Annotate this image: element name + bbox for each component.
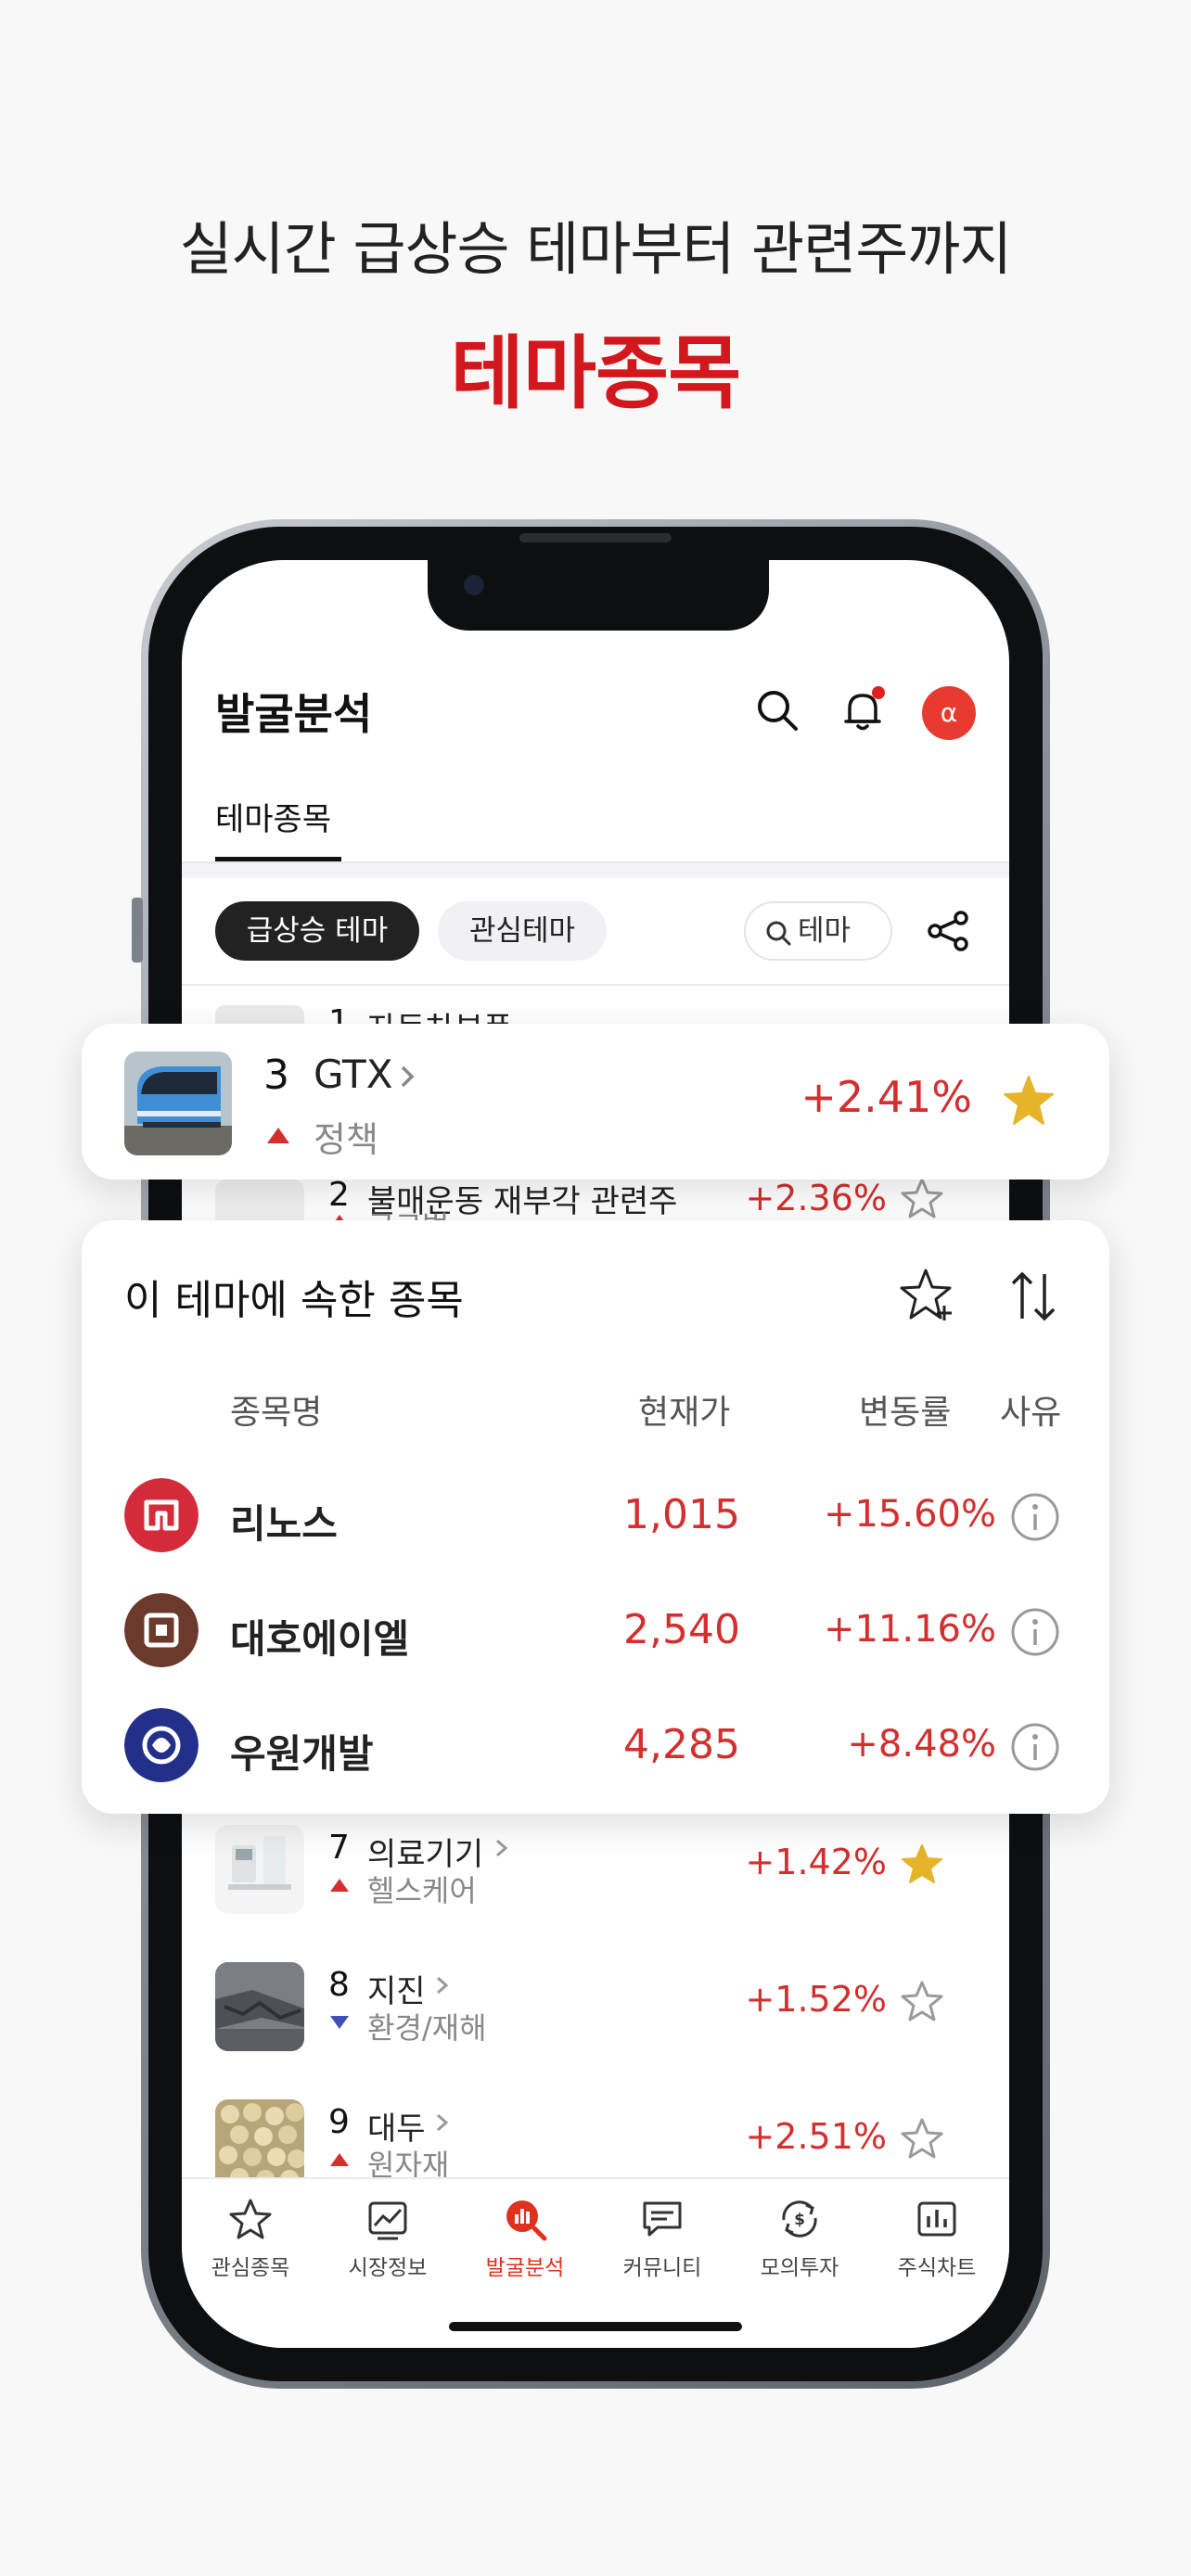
theme-category: 환경/재해 xyxy=(367,2010,487,2046)
theme-stocks-card: 이 테마에 속한 종목 종목명 현재가 변동률 사유 리노스 1,015 +15… xyxy=(82,1220,1109,1814)
theme-rank: 2 xyxy=(328,1176,350,1214)
nav-item-market-info[interactable]: 시장정보 xyxy=(319,2196,456,2281)
star-filled-icon[interactable] xyxy=(1000,1072,1057,1129)
chevron-right-icon xyxy=(437,1976,449,1995)
nav-label: 시장정보 xyxy=(348,2256,428,2280)
stock-row[interactable]: 대호에이엘 2,540 +11.16% xyxy=(82,1593,1109,1677)
stock-price: 4,285 xyxy=(623,1721,740,1768)
chevron-right-icon xyxy=(437,2113,449,2132)
star-outline-icon[interactable] xyxy=(900,1979,944,2023)
section-separator xyxy=(182,863,1009,878)
star-outline-icon[interactable] xyxy=(900,1176,944,1220)
star-add-icon[interactable] xyxy=(898,1265,957,1324)
chevron-right-icon xyxy=(401,1065,415,1088)
stock-price: 2,540 xyxy=(623,1606,740,1653)
nav-label: 모의투자 xyxy=(760,2256,839,2280)
theme-thumbnail xyxy=(124,1052,232,1155)
theme-change-rate: +1.52% xyxy=(745,1979,887,2020)
theme-stocks-title: 이 테마에 속한 종목 xyxy=(124,1277,464,1324)
stock-name: 대호에이엘 xyxy=(230,1616,410,1662)
chip-rising-themes[interactable]: 급상승 테마 xyxy=(215,901,419,961)
trend-down-icon xyxy=(330,2016,349,2029)
highlighted-theme-card[interactable]: 3 GTX 정책 +2.41% xyxy=(82,1024,1109,1180)
stock-row[interactable]: 리노스 1,015 +15.60% xyxy=(82,1478,1109,1562)
company-logo-icon xyxy=(124,1708,198,1782)
phone-speaker xyxy=(519,533,672,542)
invest-icon: $ xyxy=(782,2200,817,2238)
nav-item-stock-chart[interactable]: 주식차트 xyxy=(868,2196,1005,2281)
tab-theme-stocks[interactable]: 테마종목 xyxy=(215,794,331,839)
star-icon xyxy=(229,2199,272,2239)
info-icon[interactable] xyxy=(1009,1606,1061,1658)
theme-search-label: 테마 xyxy=(798,914,852,948)
theme-change-rate: +2.41% xyxy=(800,1072,972,1122)
nav-item-discover[interactable]: 발굴분석 xyxy=(456,2196,594,2281)
phone-side-button xyxy=(132,898,143,963)
chip-favorite-themes[interactable]: 관심테마 xyxy=(438,901,607,961)
list-item[interactable]: 7 의료기기 헬스케어 +1.42% xyxy=(182,1825,1009,1964)
nav-item-community[interactable]: 커뮤니티 xyxy=(594,2196,731,2281)
info-icon[interactable] xyxy=(1009,1721,1061,1773)
column-header-reason: 사유 xyxy=(1000,1394,1062,1432)
promo-subheadline: 테마종목 xyxy=(450,327,741,420)
nav-item-watchlist[interactable]: 관심종목 xyxy=(182,2196,319,2281)
theme-rank: 8 xyxy=(328,1966,350,2004)
stock-name: 우원개발 xyxy=(230,1731,374,1777)
stock-change-rate: +11.16% xyxy=(823,1608,996,1651)
theme-change-rate: +2.36% xyxy=(745,1178,887,1218)
stock-change-rate: +8.48% xyxy=(847,1723,996,1766)
chart-line-icon xyxy=(368,2201,407,2240)
theme-search-button[interactable]: 테마 xyxy=(744,901,892,961)
star-filled-icon[interactable] xyxy=(900,1842,944,1886)
theme-rank: 3 xyxy=(263,1052,289,1099)
column-header-rate[interactable]: 변동률 xyxy=(859,1385,951,1434)
theme-thumbnail xyxy=(215,1825,304,1914)
nav-label: 주식차트 xyxy=(897,2256,977,2280)
promo-headline: 실시간 급상승 테마부터 관련주까지 xyxy=(179,215,1013,283)
sort-icon[interactable] xyxy=(1004,1267,1063,1326)
theme-thumbnail xyxy=(215,1962,304,2051)
stock-price: 1,015 xyxy=(623,1491,740,1538)
front-camera xyxy=(464,575,484,595)
stock-row[interactable]: 우원개발 4,285 +8.48% xyxy=(82,1708,1109,1792)
chat-icon xyxy=(643,2201,682,2237)
discover-icon xyxy=(506,2200,547,2241)
theme-category: 정책 xyxy=(314,1119,378,1160)
theme-rank: 9 xyxy=(328,2103,350,2141)
home-indicator xyxy=(449,2322,742,2331)
notification-badge xyxy=(872,686,885,699)
trend-up-icon xyxy=(267,1128,289,1143)
theme-change-rate: +1.42% xyxy=(745,1842,887,1882)
chevron-right-icon xyxy=(496,1839,508,1857)
theme-change-rate: +2.51% xyxy=(745,2116,887,2157)
star-outline-icon[interactable] xyxy=(900,2116,944,2161)
nav-label: 발굴분석 xyxy=(485,2256,565,2280)
profile-avatar[interactable]: α xyxy=(922,686,976,740)
nav-item-mock-investing[interactable]: $ 모의투자 xyxy=(731,2196,868,2281)
search-icon[interactable] xyxy=(753,686,801,734)
app-title: 발굴분석 xyxy=(215,689,373,739)
info-icon[interactable] xyxy=(1009,1491,1061,1543)
theme-name: GTX xyxy=(314,1052,393,1097)
column-header-price[interactable]: 현재가 xyxy=(638,1385,730,1434)
theme-rank: 7 xyxy=(328,1829,350,1867)
trend-up-icon xyxy=(330,1879,349,1892)
list-divider xyxy=(182,984,1009,986)
column-header-name: 종목명 xyxy=(230,1394,323,1432)
nav-label: 커뮤니티 xyxy=(622,2256,702,2280)
phone-notch xyxy=(428,560,769,631)
share-icon[interactable] xyxy=(924,907,972,955)
nav-label: 관심종목 xyxy=(211,2256,290,2280)
stock-change-rate: +15.60% xyxy=(823,1493,996,1536)
svg-text:$: $ xyxy=(794,2211,805,2229)
company-logo-icon xyxy=(124,1478,198,1552)
search-icon xyxy=(766,921,791,945)
theme-category: 헬스케어 xyxy=(367,1873,477,1908)
stock-name: 리노스 xyxy=(230,1501,338,1547)
list-item[interactable]: 8 지진 환경/재해 +1.52% xyxy=(182,1962,1009,2101)
company-logo-icon xyxy=(124,1593,198,1667)
theme-thumbnail xyxy=(215,2099,304,2188)
bar-chart-icon xyxy=(917,2201,956,2237)
trend-up-icon xyxy=(330,2153,349,2166)
